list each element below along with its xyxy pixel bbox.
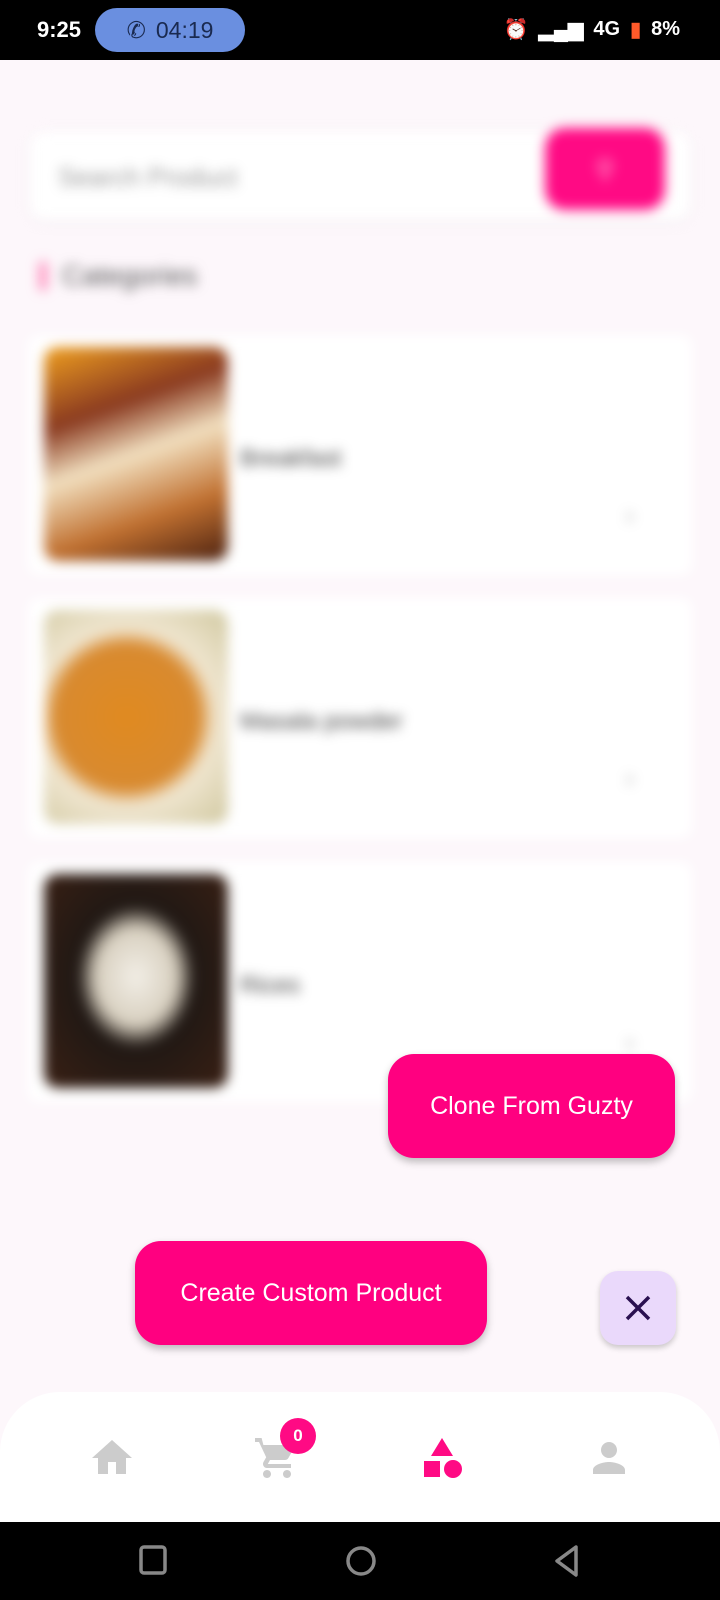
home-system-icon[interactable] — [344, 1544, 378, 1578]
category-image — [44, 874, 228, 1088]
close-fab-button[interactable] — [600, 1271, 676, 1345]
category-image — [44, 610, 228, 824]
battery-level: 8% — [651, 18, 680, 40]
status-icons: ⏰ ▂▄▆ 4G ▮ 8% — [504, 17, 680, 42]
home-icon[interactable] — [87, 1434, 137, 1482]
category-label: Rices — [240, 972, 301, 999]
category-image — [44, 347, 228, 561]
search-bar[interactable]: Search Product ⚲ — [30, 128, 690, 220]
alarm-icon: ⏰ — [503, 19, 529, 41]
status-bar: 9:25 ✆ 04:19 ⏰ ▂▄▆ 4G ▮ 8% — [0, 0, 720, 60]
blurred-background-content: Search Product ⚲ Categories Breakfast › … — [0, 60, 720, 1390]
battery-icon: ▮ — [630, 19, 642, 41]
heading-marker — [40, 262, 46, 290]
clock: 9:25 — [37, 17, 82, 42]
category-card[interactable]: Masala powder › — [28, 598, 692, 838]
chevron-right-icon: › — [625, 763, 634, 793]
category-card[interactable]: Breakfast › — [28, 335, 692, 575]
search-input[interactable]: Search Product — [58, 162, 237, 193]
phone-icon: ✆ — [126, 16, 146, 43]
cart-count-badge: 0 — [280, 1418, 316, 1454]
clone-from-guzty-button[interactable]: Clone From Guzty — [388, 1054, 675, 1158]
category-label: Breakfast — [240, 445, 342, 472]
network-type: 4G — [593, 18, 621, 40]
signal-icon: ▂▄▆ — [538, 19, 584, 41]
call-timer: 04:19 — [155, 16, 214, 43]
search-button[interactable]: ⚲ — [545, 128, 665, 210]
close-icon — [625, 1295, 651, 1321]
bottom-navigation — [0, 1392, 720, 1522]
categories-heading: Categories — [40, 260, 197, 292]
category-label: Masala powder — [240, 708, 403, 735]
call-indicator[interactable]: ✆ 04:19 — [95, 8, 245, 52]
categories-icon[interactable] — [417, 1434, 467, 1482]
profile-icon[interactable] — [584, 1434, 634, 1482]
recents-icon[interactable] — [138, 1544, 168, 1576]
system-navigation-bar — [0, 1522, 720, 1600]
create-custom-product-button[interactable]: Create Custom Product — [135, 1241, 487, 1345]
chevron-right-icon: › — [625, 500, 634, 530]
categories-title: Categories — [62, 260, 198, 291]
search-icon: ⚲ — [595, 153, 615, 184]
back-icon[interactable] — [552, 1544, 582, 1578]
